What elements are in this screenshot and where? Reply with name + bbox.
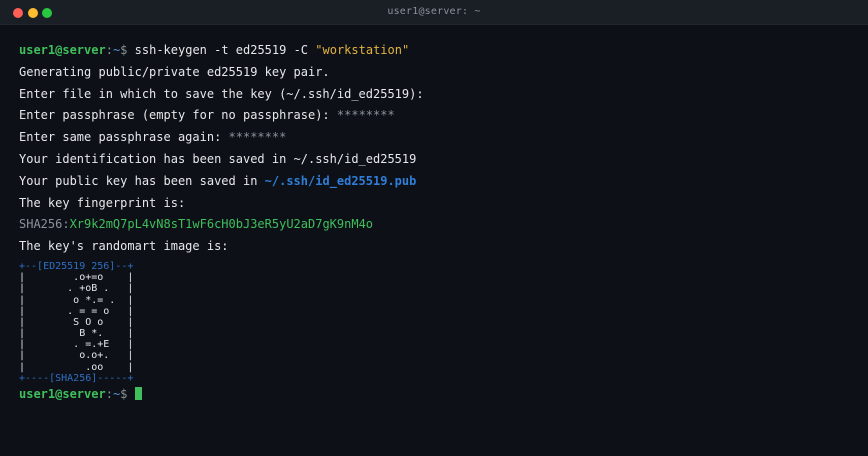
randomart-image: +--[ED25519 256]--+ | .o+=o | | . +oB . … [19,261,858,384]
passphrase-prompt: Enter passphrase (empty for no passphras… [19,108,337,123]
output-line: Enter passphrase (empty for no passphras… [19,105,858,127]
randomart-row: | S O o | [19,316,134,328]
prompt-user-host: user1@server [19,387,106,402]
text-cursor [134,387,142,401]
public-key-path: ~/.ssh/id_ed25519.pub [264,173,417,188]
current-prompt-line[interactable]: user1@server:~$ [19,384,858,406]
prompt-symbol: $ [120,387,128,402]
randomart-row: | o *.= . | [19,294,134,306]
passphrase-confirm-prompt: Enter same passphrase again: [19,130,229,145]
command-comment-string: "workstation" [315,43,410,57]
terminal-output[interactable]: user1@server:~$ ssh-keygen -t ed25519 -C… [19,40,858,406]
randomart-top-border: +--[ED25519 256]--+ [19,260,134,272]
prompt-symbol: $ [120,43,128,57]
output-line: Your public key has been saved in ~/.ssh… [19,171,858,193]
fingerprint-label: SHA256: [19,217,70,232]
terminal-window: user1@server: ~ user1@server:~$ ssh-keyg… [0,0,868,456]
randomart-row: | . =.+E | [19,339,134,351]
output-line: Your identification has been saved in ~/… [19,151,417,166]
fingerprint-line: SHA256:Xr9k2mQ7pL4vN8sT1wF6cH0bJ3eR5yU2a… [19,214,858,236]
randomart-row: | .o+=o | [19,272,134,284]
passphrase-mask: ******** [336,108,395,123]
output-line: The key fingerprint is: [19,195,186,210]
randomart-row: | .oo | [19,361,134,373]
randomart-row: | . = = o | [19,305,134,317]
randomart-bottom-border: +----[SHA256]-----+ [19,372,134,384]
passphrase-confirm-mask: ******** [228,130,287,145]
prompt-user-host: user1@server [19,43,106,57]
command-line: user1@server:~$ ssh-keygen -t ed25519 -C… [19,40,858,62]
output-line: Enter same passphrase again: ******** [19,127,858,149]
output-line: The key's randomart image is: [19,239,229,254]
prompt-separator: : [105,387,113,402]
output-line: Generating public/private ed25519 key pa… [19,64,330,79]
fingerprint-value: Xr9k2mQ7pL4vN8sT1wF6cH0bJ3eR5yU2aD7gK9nM… [69,217,374,232]
randomart-row: | . +oB . | [19,283,134,295]
public-key-saved-text: Your public key has been saved in [19,173,265,188]
output-line: Enter file in which to save the key (~/.… [19,86,424,101]
title-bar: user1@server: ~ [0,0,868,25]
prompt-separator: : [105,43,113,57]
randomart-row: | B *. | [19,328,134,340]
command-text: ssh-keygen -t ed25519 -C [134,43,316,57]
randomart-row: | o.o+. | [19,350,134,362]
window-title: user1@server: ~ [387,6,481,17]
